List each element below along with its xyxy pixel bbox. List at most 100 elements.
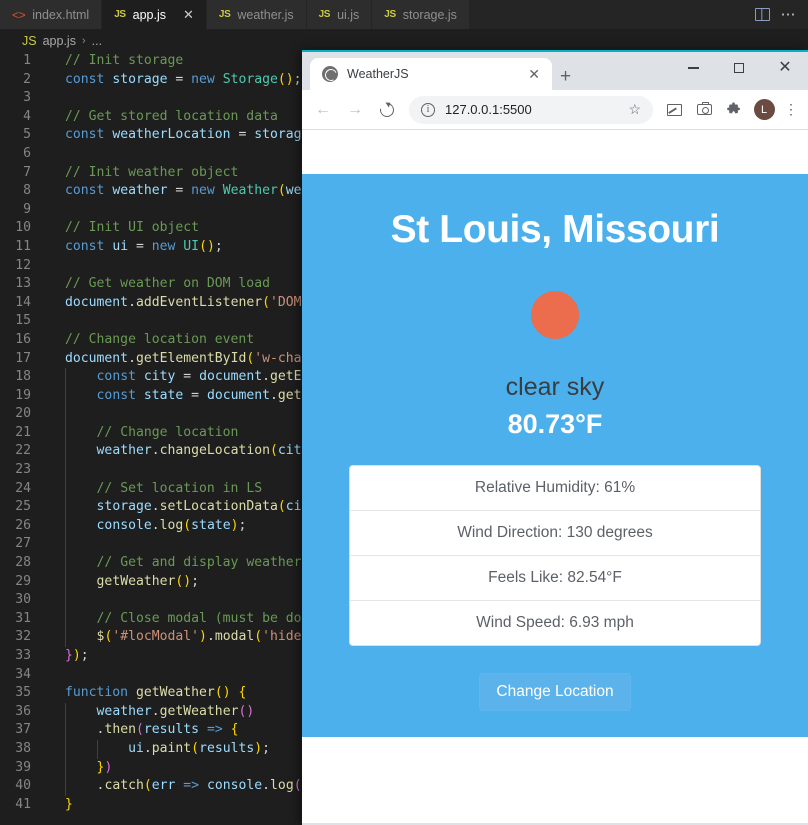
line-number: 5 <box>23 127 31 143</box>
code-line-text: document.addEventListener('DOM <box>65 294 302 310</box>
js-file-icon: JS <box>384 9 396 20</box>
browser-toolbar: ← → i 127.0.0.1:5500 ☆ L ⋮ <box>302 90 808 130</box>
code-line-text: const state = document.get <box>44 386 302 406</box>
browser-tab[interactable]: WeatherJS ✕ <box>310 58 552 90</box>
profile-avatar[interactable]: L <box>750 96 778 124</box>
line-number: 1 <box>23 53 31 68</box>
indent-guide <box>65 386 66 406</box>
close-tab-icon[interactable]: ✕ <box>183 8 194 21</box>
line-number: 15 <box>15 313 31 329</box>
editor-tab-storage-js[interactable]: JS storage.js <box>372 0 470 29</box>
line-number: 27 <box>15 536 31 552</box>
line-number: 18 <box>15 369 31 385</box>
line-number: 40 <box>15 778 31 794</box>
line-number: 33 <box>15 648 31 663</box>
address-bar[interactable]: i 127.0.0.1:5500 ☆ <box>409 95 653 124</box>
code-line-text: } <box>65 796 73 812</box>
line-number: 36 <box>15 703 31 719</box>
editor-tab-ui-js[interactable]: JS ui.js <box>306 0 373 29</box>
maximize-button[interactable] <box>716 52 762 84</box>
bookmark-star-icon[interactable]: ☆ <box>628 101 641 118</box>
weather-detail-item: Relative Humidity: 61% <box>474 478 636 496</box>
code-line-text <box>44 535 66 555</box>
line-number: 28 <box>15 555 31 571</box>
indent-guide <box>65 628 66 647</box>
temperature-value: 80.73°F <box>507 408 603 439</box>
breadcrumb-file[interactable]: app.js <box>43 34 76 48</box>
breadcrumb-tail[interactable]: ... <box>92 34 102 48</box>
editor-tab-index-html[interactable]: <> index.html <box>0 0 103 29</box>
code-line-text: // Init UI object <box>65 220 200 236</box>
browser-menu-icon[interactable]: ⋮ <box>780 102 802 116</box>
indent-guide <box>65 777 66 796</box>
new-tab-button[interactable]: + <box>560 67 571 86</box>
indent-guide <box>65 479 66 499</box>
breadcrumb[interactable]: JS app.js › ... <box>0 29 808 52</box>
line-number: 20 <box>15 406 31 422</box>
code-line-text: }) <box>44 758 112 778</box>
code-line-text: storage.setLocationData(ci <box>44 498 302 517</box>
editor-tab-label: storage.js <box>402 7 457 22</box>
extensions-puzzle-icon[interactable] <box>720 96 748 124</box>
code-line-text <box>44 405 66 424</box>
code-line-text: const weather = new Weather(we <box>65 183 302 199</box>
code-line-text: // Init weather object <box>65 164 239 180</box>
js-file-icon: JS <box>114 9 126 20</box>
line-number: 12 <box>15 257 31 273</box>
code-line-text: // Change location <box>44 423 238 443</box>
indent-guide <box>65 758 66 778</box>
line-number: 6 <box>23 145 31 161</box>
forward-button[interactable]: → <box>340 95 370 125</box>
close-tab-icon[interactable]: ✕ <box>525 65 543 83</box>
js-file-icon: JS <box>318 9 331 20</box>
code-line-text: // Get stored location data <box>65 108 278 124</box>
line-number: 16 <box>15 331 31 347</box>
editor-tab-app-js[interactable]: JS app.js ✕ <box>102 0 207 29</box>
tab-bar-spacer <box>469 0 744 29</box>
url-text[interactable]: 127.0.0.1:5500 <box>445 102 618 117</box>
reload-button[interactable] <box>372 95 402 125</box>
line-number: 41 <box>15 796 31 812</box>
screenshot-camera-icon[interactable] <box>690 96 718 124</box>
cast-icon[interactable] <box>660 96 688 124</box>
code-line-text: ui.paint(results); <box>44 739 270 759</box>
code-line-text: function getWeather() { <box>65 685 247 701</box>
indent-guide <box>65 721 66 740</box>
code-line-text: }); <box>65 648 89 663</box>
line-number: 11 <box>15 238 31 254</box>
change-location-button[interactable]: Change Location <box>479 672 631 711</box>
line-number: 8 <box>23 183 31 199</box>
line-number: 10 <box>15 220 31 236</box>
more-actions-icon[interactable]: ⋯ <box>781 7 798 22</box>
reload-icon <box>377 99 397 120</box>
globe-favicon-icon <box>322 66 338 82</box>
breadcrumb-separator: › <box>81 34 86 47</box>
line-number: 14 <box>15 294 31 310</box>
line-number: 13 <box>15 276 31 292</box>
split-editor-icon[interactable] <box>754 8 770 21</box>
editor-tab-weather-js[interactable]: JS weather.js <box>206 0 307 29</box>
code-line-text: $('#locModal').modal('hide <box>44 628 302 647</box>
code-line-text: console.log(state); <box>44 516 246 536</box>
chrome-browser-window: WeatherJS ✕ + ✕ ← → i 127.0.0.1:5500 ☆ L… <box>302 50 808 825</box>
minimize-button[interactable] <box>670 52 716 84</box>
code-line-text: // Change location event <box>65 331 255 347</box>
code-line-text: .catch(err => console.log( <box>44 777 302 796</box>
browser-title-bar[interactable]: WeatherJS ✕ + ✕ <box>302 52 808 90</box>
code-line-text: const weatherLocation = storag <box>65 127 302 143</box>
code-line-text: weather.changeLocation(cit <box>44 442 302 462</box>
indent-guide <box>65 535 66 555</box>
weather-detail-item: Wind Direction: 130 degrees <box>350 509 760 555</box>
code-line-text <box>44 591 66 610</box>
site-info-icon[interactable]: i <box>421 102 435 117</box>
line-number: 19 <box>15 387 31 403</box>
back-button[interactable]: ← <box>308 95 338 125</box>
line-number: 39 <box>15 759 31 775</box>
close-window-button[interactable]: ✕ <box>762 52 808 84</box>
code-line-text: // Get and display weather <box>44 554 302 573</box>
